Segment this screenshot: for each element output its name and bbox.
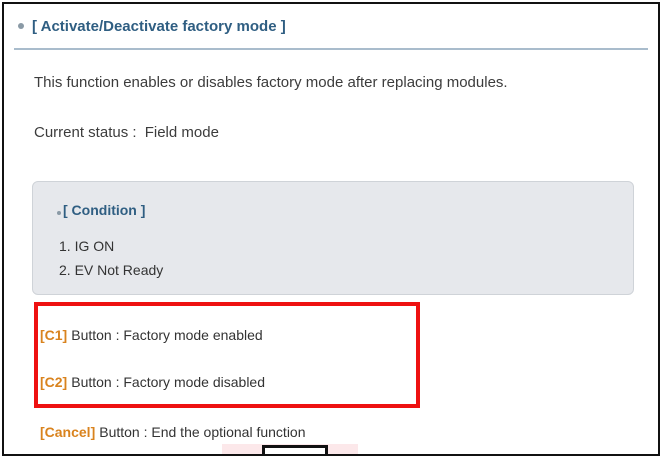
partial-button[interactable] (262, 445, 328, 454)
condition-title-text: [ Condition ] (63, 202, 146, 218)
panel-title: [ Activate/Deactivate factory mode ] (32, 17, 286, 35)
bullet-icon (18, 23, 24, 29)
bullet-icon (57, 211, 61, 215)
cancel-button-tag[interactable]: [Cancel] (40, 424, 95, 440)
panel-header: [ Activate/Deactivate factory mode ] (4, 4, 658, 48)
c2-button-tag[interactable]: [C2] (40, 374, 67, 390)
status-value: Field mode (144, 124, 219, 141)
c1-button-text: Button : Factory mode enabled (71, 327, 263, 343)
current-status: Current status : Field mode (34, 124, 219, 141)
status-label: Current status : (34, 124, 137, 141)
condition-item: 2. EV Not Ready (59, 262, 164, 278)
function-description: This function enables or disables factor… (34, 74, 508, 91)
c1-button-description: [C1] Button : Factory mode enabled (40, 327, 263, 343)
c2-button-description: [C2] Button : Factory mode disabled (40, 374, 265, 390)
c2-button-text: Button : Factory mode disabled (71, 374, 266, 390)
cancel-button-text: Button : End the optional function (99, 424, 306, 440)
c1-button-tag[interactable]: [C1] (40, 327, 67, 343)
condition-title: [ Condition ] (57, 202, 145, 218)
function-panel: [ Activate/Deactivate factory mode ] Thi… (2, 2, 660, 456)
condition-box: [ Condition ] 1. IG ON 2. EV Not Ready (32, 181, 634, 295)
condition-item: 1. IG ON (59, 238, 115, 254)
highlight-box (34, 302, 420, 408)
header-divider (14, 48, 648, 50)
cancel-button-description: [Cancel] Button : End the optional functi… (40, 424, 306, 440)
